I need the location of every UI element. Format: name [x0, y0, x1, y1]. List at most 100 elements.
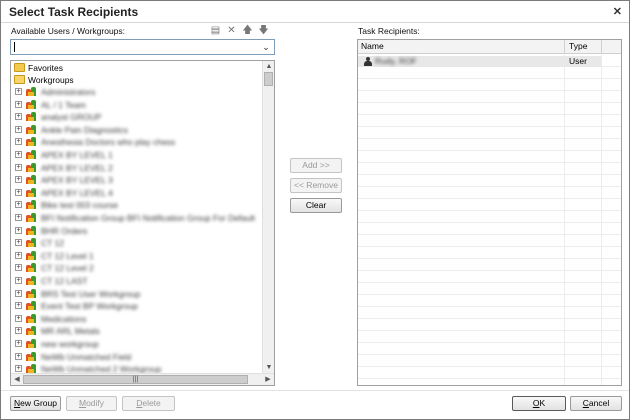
scroll-up-icon[interactable]: ▲	[263, 61, 274, 72]
expand-plus-icon[interactable]: +	[15, 302, 22, 310]
scrollbar-thumb[interactable]: |||	[23, 375, 248, 384]
expand-plus-icon[interactable]: +	[15, 214, 22, 221]
tree-item-workgroups[interactable]: Workgroups	[11, 74, 261, 86]
expand-plus-icon[interactable]: +	[15, 340, 22, 347]
tree-item-workgroup[interactable]: + CT 12	[11, 237, 261, 249]
user-search-combobox[interactable]: ⌄	[10, 39, 275, 55]
remove-button[interactable]: << Remove	[290, 178, 342, 193]
tree-item-workgroup[interactable]: + analyst GROUP	[11, 111, 261, 123]
expand-plus-icon[interactable]: +	[15, 100, 22, 108]
workgroup-label: BRS Test User Workgroup	[41, 288, 141, 299]
workgroup-icon	[26, 99, 37, 110]
workgroup-label: MR ARL Metals	[41, 326, 100, 337]
tree-item-workgroup[interactable]: + Ankle Pain Diagnostics	[11, 124, 261, 136]
expand-plus-icon[interactable]: +	[15, 188, 22, 196]
tree-item-workgroup[interactable]: + AL / 1 Team	[11, 99, 261, 111]
modify-button[interactable]: Modify	[66, 396, 117, 411]
expand-plus-icon[interactable]: +	[15, 125, 22, 133]
expand-plus-icon[interactable]: +	[15, 365, 22, 373]
expand-plus-icon[interactable]: +	[15, 327, 22, 335]
expand-plus-icon[interactable]: +	[15, 163, 22, 171]
tree-item-workgroup[interactable]: + BFI Notification Group BFI Notification…	[11, 212, 261, 224]
tree-item-workgroup[interactable]: + Event Test BP Workgroup	[11, 300, 261, 312]
expand-plus-icon[interactable]: +	[15, 151, 22, 158]
tree-item-workgroup[interactable]: + Medications	[11, 313, 261, 325]
tree-item-label: Favorites	[28, 63, 63, 73]
move-down-arrow-icon[interactable]: 🡇	[258, 25, 269, 36]
scroll-down-icon[interactable]: ▼	[263, 362, 274, 373]
tree-item-workgroup[interactable]: + CT 12 Level 2	[11, 262, 261, 274]
expand-plus-icon[interactable]: +	[15, 277, 22, 284]
move-up-arrow-icon[interactable]: 🡅	[242, 25, 253, 36]
user-search-input[interactable]	[13, 41, 258, 53]
expand-plus-icon[interactable]: +	[15, 88, 22, 95]
tree-item-workgroup[interactable]: + CT 12 Level 1	[11, 250, 261, 262]
task-recipients-grid[interactable]: Name Type Rudy, ROF User	[357, 39, 622, 386]
delete-button[interactable]: Delete	[122, 396, 175, 411]
recipient-row[interactable]: Rudy, ROF User	[358, 56, 601, 67]
grid-row-lines	[358, 55, 621, 385]
workgroup-icon	[26, 212, 37, 223]
expand-plus-icon[interactable]: +	[15, 264, 22, 272]
tree-item-workgroup[interactable]: + APEX BY LEVEL 3	[11, 174, 261, 186]
close-icon[interactable]: ✕	[613, 5, 622, 18]
expand-plus-icon[interactable]: +	[15, 176, 22, 184]
workgroup-label: APEX BY LEVEL 4	[41, 187, 113, 198]
footer-divider	[1, 390, 629, 391]
chevron-down-icon[interactable]: ⌄	[260, 41, 272, 53]
workgroup-label: Ankle Pain Diagnostics	[41, 124, 128, 135]
expand-plus-icon[interactable]: +	[15, 113, 22, 121]
workgroup-label: Bike test 003 course	[41, 200, 119, 211]
workgroup-label: new workgroup	[41, 339, 99, 349]
tree-item-workgroup[interactable]: + APEX BY LEVEL 4	[11, 187, 261, 199]
tree-item-favorites[interactable]: Favorites	[11, 62, 261, 74]
tree-item-workgroup[interactable]: + Bike test 003 course	[11, 199, 261, 211]
tree-item-label: Workgroups	[28, 75, 74, 85]
expand-plus-icon[interactable]: +	[15, 239, 22, 247]
expand-plus-icon[interactable]: +	[15, 289, 22, 297]
tree-item-workgroup[interactable]: + APEX BY LEVEL 1	[11, 149, 261, 161]
tree-item-workgroup[interactable]: + MR ARL Metals	[11, 325, 261, 337]
clear-button[interactable]: Clear	[290, 198, 342, 213]
expand-plus-icon[interactable]: +	[15, 226, 22, 234]
workgroup-label: Medications	[41, 313, 87, 324]
tree-item-workgroup[interactable]: + BRS Test User Workgroup	[11, 288, 261, 300]
cancel-button[interactable]: Cancel	[570, 396, 622, 411]
workgroup-label: analyst GROUP	[41, 112, 102, 123]
workgroup-icon	[26, 338, 37, 349]
new-group-button[interactable]: New Group	[10, 396, 61, 411]
expand-plus-icon[interactable]: +	[15, 138, 22, 146]
tree-item-workgroup[interactable]: + APEX BY LEVEL 2	[11, 162, 261, 174]
scrollbar-thumb[interactable]	[264, 72, 273, 86]
expand-plus-icon[interactable]: +	[15, 251, 22, 259]
tree-item-workgroup[interactable]: + NeWb Unmatched Field	[11, 351, 261, 363]
column-header-name[interactable]: Name	[361, 41, 384, 51]
recipient-type: User	[569, 56, 587, 66]
workgroup-icon	[26, 313, 37, 324]
expand-plus-icon[interactable]: +	[15, 314, 22, 322]
expand-plus-icon[interactable]: +	[15, 201, 22, 209]
tree-item-workgroup[interactable]: + CT 12 LAST	[11, 275, 261, 287]
users-workgroups-tree[interactable]: Favorites Workgroups + Administrators + AL …	[10, 60, 275, 386]
user-icon	[364, 57, 372, 66]
column-header-type[interactable]: Type	[569, 41, 587, 51]
workgroup-icon	[26, 275, 37, 286]
workgroup-icon	[26, 124, 37, 135]
scroll-right-icon[interactable]: ▶	[262, 374, 274, 385]
workgroup-icon	[26, 250, 37, 261]
tree-item-workgroup[interactable]: + BHR Orders	[11, 225, 261, 237]
tree-item-workgroup[interactable]: + new workgroup	[11, 338, 261, 350]
new-workgroup-icon[interactable]: ▤	[210, 25, 221, 36]
expand-plus-icon[interactable]: +	[15, 352, 22, 360]
add-button[interactable]: Add >>	[290, 158, 342, 173]
ok-button[interactable]: OK	[512, 396, 566, 411]
workgroup-icon	[26, 237, 37, 248]
tree-item-workgroup[interactable]: + Anesthesia Doctors who play chess	[11, 136, 261, 148]
tree-vertical-scrollbar[interactable]: ▲ ▼	[262, 61, 274, 373]
tree-horizontal-scrollbar[interactable]: ◀ ||| ▶	[11, 373, 274, 385]
delete-x-icon[interactable]: ✕	[226, 25, 237, 36]
scroll-left-icon[interactable]: ◀	[11, 374, 23, 385]
task-recipients-label: Task Recipients:	[358, 26, 420, 36]
tree-item-workgroup[interactable]: + Administrators	[11, 86, 261, 98]
workgroup-icon	[26, 86, 37, 97]
